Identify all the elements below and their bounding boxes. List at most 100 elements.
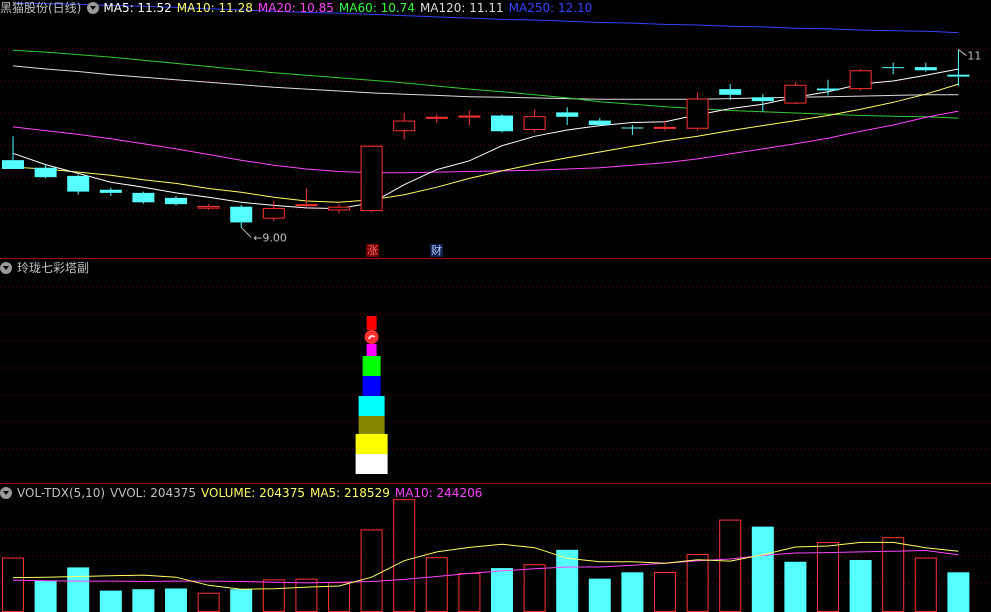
volume-bar — [686, 554, 709, 612]
price-header: 黑猫股份(日线) MA5: 11.52 MA10: 11.28 MA20: 10.85… — [0, 0, 602, 17]
tower-panel: 玲珑七彩塔副 — [0, 258, 991, 484]
dropdown-chevron-icon[interactable] — [0, 487, 12, 499]
tower-block — [358, 416, 385, 434]
volume-panel: VOL-TDX(5,10) VVOL: 204375 VOLUME: 204375 M… — [0, 483, 991, 612]
volume-bar — [849, 560, 872, 612]
candle-body — [947, 74, 970, 77]
dropdown-chevron-icon[interactable] — [87, 2, 100, 14]
tower-block — [362, 356, 381, 376]
volume-bar — [914, 557, 937, 612]
candle-body — [784, 84, 807, 104]
volume-bar — [654, 571, 676, 612]
tower-block — [355, 454, 388, 474]
volume-bar — [230, 589, 253, 612]
candle-body — [165, 197, 187, 205]
candle-body — [425, 116, 448, 119]
candle-body — [491, 115, 513, 132]
volume-label: VOLUME: 204375 — [201, 486, 305, 500]
candle-body — [817, 88, 839, 91]
zhang-tag[interactable]: 涨 — [366, 244, 379, 257]
tower-block — [355, 434, 388, 454]
price-panel: ←9.00 11 黑猫股份(日线) MA5: 11.52 MA10: 11.28 MA2… — [0, 0, 991, 258]
candle-body — [751, 97, 774, 102]
high-marker-label: 11 — [967, 50, 981, 63]
candle-body — [719, 89, 742, 95]
candle-body — [458, 115, 481, 118]
volume-bar — [34, 580, 57, 612]
vol-ma5-label: MA5: 218529 — [309, 486, 390, 500]
dropdown-chevron-icon[interactable] — [0, 262, 12, 274]
tower-header: 玲珑七彩塔副 — [0, 260, 94, 277]
volume-bar — [360, 529, 383, 612]
volume-bar — [882, 537, 905, 612]
tower-block — [366, 316, 377, 330]
volume-bar — [99, 590, 122, 612]
candle-body — [588, 120, 611, 125]
candle-body — [523, 116, 546, 130]
high-marker-line — [958, 49, 967, 56]
ma10-line — [12, 83, 959, 203]
volume-bar — [947, 572, 970, 612]
ma-legend-item: MA20: 10.85 — [257, 1, 334, 15]
volume-header: VOL-TDX(5,10) VVOL: 204375 VOLUME: 204375 M… — [0, 485, 487, 502]
candle-body — [2, 160, 24, 169]
ma120-line — [12, 65, 959, 100]
candle-body — [132, 192, 155, 203]
stock-title: 黑猫股份(日线) — [0, 1, 82, 15]
volume-bar — [67, 567, 90, 612]
candle-body — [849, 70, 872, 90]
volume-bar — [719, 519, 742, 612]
ma-legend-item: MA60: 10.74 — [338, 1, 415, 15]
candle-body — [34, 167, 57, 178]
volume-bar — [751, 526, 774, 612]
price-chart[interactable]: ←9.00 11 — [0, 0, 991, 258]
volume-bar — [2, 557, 24, 612]
ma-legend-item: MA10: 11.28 — [176, 1, 253, 15]
volume-bar — [295, 578, 318, 612]
candle-body — [230, 206, 253, 223]
ma-legend: MA5: 11.52 MA10: 11.28 MA20: 10.85 MA60: 10… — [103, 1, 597, 15]
candle-body — [621, 127, 644, 129]
candle-body — [686, 98, 709, 129]
volume-bar — [588, 578, 611, 612]
volume-bar — [393, 499, 416, 612]
volume-bar — [523, 564, 546, 612]
tower-title: 玲珑七彩塔副 — [17, 261, 90, 275]
tower-chart[interactable] — [0, 259, 991, 484]
volume-bar — [784, 561, 807, 612]
volume-bar — [425, 557, 448, 612]
candle-body — [197, 206, 220, 209]
ma20-line — [12, 110, 959, 174]
vol-ma10-line — [12, 549, 959, 584]
candle-body — [882, 67, 905, 69]
volume-bar — [458, 573, 481, 612]
candle-body — [328, 206, 350, 211]
vol-ma10-label: MA10: 244206 — [394, 486, 483, 500]
volume-chart[interactable] — [0, 484, 991, 612]
candle-body — [914, 67, 937, 71]
ma-legend-item: MA250: 12.10 — [508, 1, 593, 15]
candle-body — [295, 204, 318, 207]
volume-bar — [262, 579, 285, 612]
candle-body — [393, 120, 416, 132]
ma-legend-item: MA120: 11.11 — [419, 1, 504, 15]
ma-legend-item: MA5: 11.52 — [103, 1, 172, 15]
cai-tag[interactable]: 财 — [430, 244, 443, 257]
tower-block — [358, 396, 385, 416]
volume-bar — [165, 588, 187, 612]
vol-ma5-line — [12, 541, 959, 590]
vvol-label: VVOL: 204375 — [110, 486, 197, 500]
volume-bar — [491, 568, 513, 612]
tower-block — [362, 376, 381, 396]
candle-body — [556, 112, 579, 117]
candle-body — [67, 175, 90, 192]
low-marker-line — [240, 227, 252, 238]
ma60-line — [12, 49, 959, 119]
vol-title: VOL-TDX(5,10) — [17, 486, 106, 500]
candle-body — [654, 126, 676, 129]
volume-bar — [132, 589, 155, 612]
volume-bar — [621, 572, 644, 612]
candle-body — [262, 207, 285, 219]
candle-body — [360, 145, 383, 212]
tower-block — [364, 330, 379, 344]
